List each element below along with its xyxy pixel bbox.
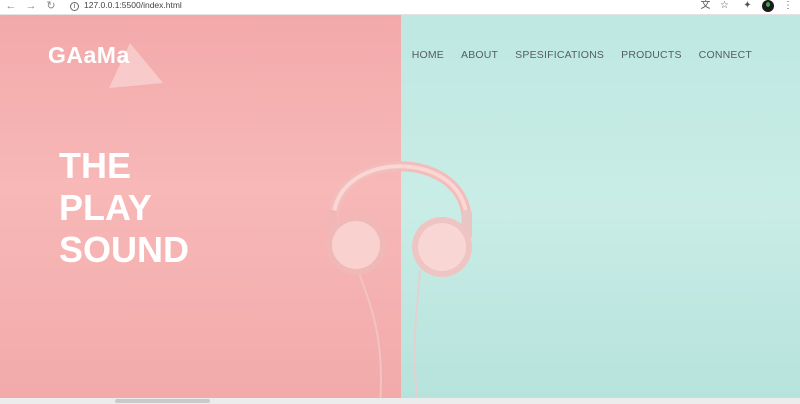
hero-section: GAaMa HOME ABOUT SPESIFICATIONS PRODUCTS… xyxy=(0,15,800,398)
profile-avatar[interactable] xyxy=(762,0,774,12)
hero-headline: THE PLAY SOUND xyxy=(59,145,189,271)
puzzle-icon[interactable]: ✦ xyxy=(741,0,754,13)
browser-toolbar: ← → ↻ i 127.0.0.1:5500/index.html 文 ☆ ✦ … xyxy=(0,0,800,15)
star-icon[interactable]: ☆ xyxy=(718,0,731,13)
nav-item-products[interactable]: PRODUCTS xyxy=(621,49,682,61)
address-bar[interactable]: 127.0.0.1:5500/index.html xyxy=(84,0,384,12)
info-icon[interactable]: i xyxy=(70,2,79,11)
headline-line-1: THE xyxy=(59,145,131,186)
site-logo[interactable]: GAaMa xyxy=(48,42,130,69)
nav-item-about[interactable]: ABOUT xyxy=(461,49,498,61)
translate-icon[interactable]: 文 xyxy=(699,0,712,13)
headline-line-2: PLAY xyxy=(59,187,152,228)
nav-item-home[interactable]: HOME xyxy=(412,49,444,61)
headline-line-3: SOUND xyxy=(59,229,190,270)
main-nav: HOME ABOUT SPESIFICATIONS PRODUCTS CONNE… xyxy=(412,49,752,61)
back-arrow-icon[interactable]: ← xyxy=(4,0,18,14)
hero-right-panel xyxy=(401,15,800,398)
horizontal-scrollbar[interactable] xyxy=(0,398,800,404)
scrollbar-thumb[interactable] xyxy=(115,399,210,403)
nav-item-connect[interactable]: CONNECT xyxy=(699,49,752,61)
kebab-menu-icon[interactable]: ⋮ xyxy=(783,0,793,13)
reload-icon[interactable]: ↻ xyxy=(44,0,58,14)
nav-item-specifications[interactable]: SPESIFICATIONS xyxy=(515,49,604,61)
forward-arrow-icon[interactable]: → xyxy=(24,0,38,14)
